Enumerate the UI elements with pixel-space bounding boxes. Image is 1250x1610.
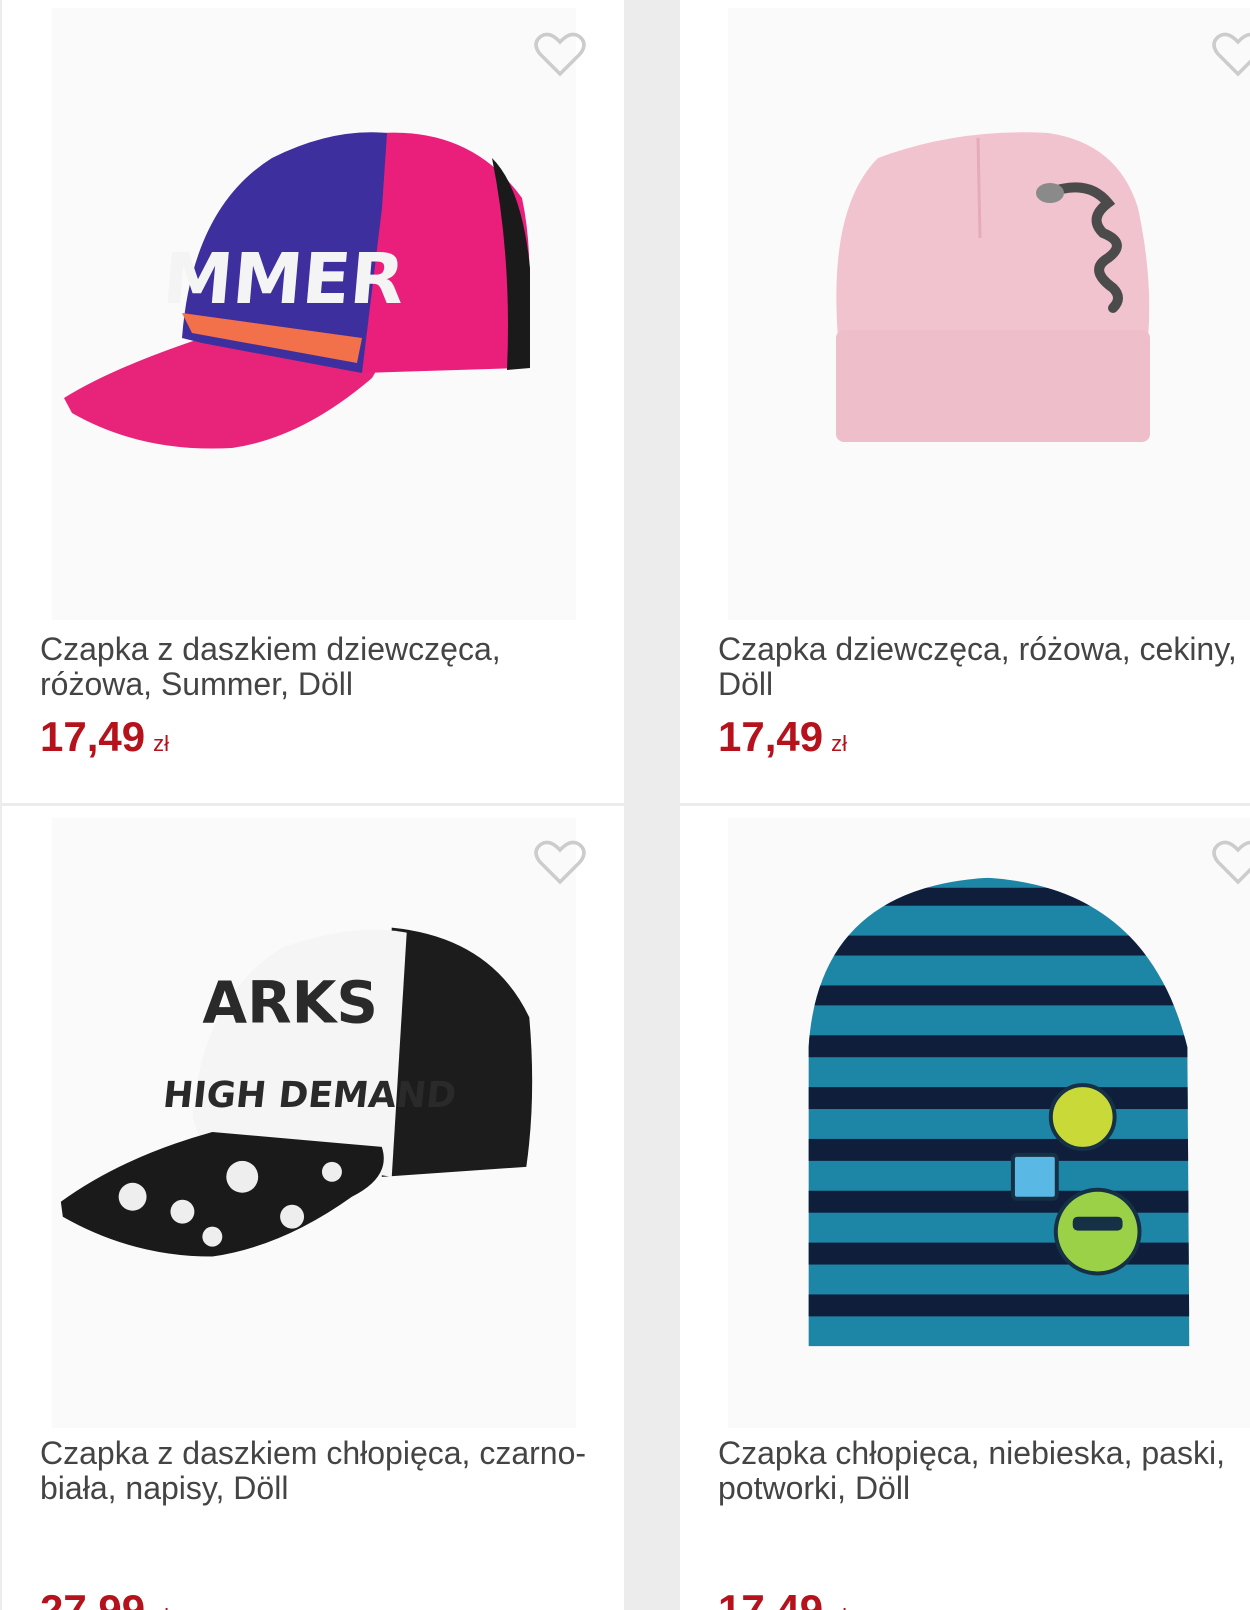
wishlist-heart-icon[interactable] — [534, 30, 586, 78]
price-value: 17,49 — [718, 1586, 824, 1610]
product-card[interactable]: ARKS HIGH DEMAND Czapka z daszkiem chłop… — [2, 806, 624, 1610]
currency-label: zł — [831, 1604, 847, 1610]
product-price: 17,49 zł — [40, 715, 169, 766]
price-value: 17,49 — [40, 713, 146, 760]
price-value: 17,49 — [718, 713, 824, 760]
product-title[interactable]: Czapka dziewczęca, różowa, cekiny, Döll — [718, 632, 1250, 702]
svg-text:ARKS: ARKS — [202, 968, 378, 1036]
currency-label: zł — [831, 731, 847, 756]
product-card[interactable]: Czapka chłopięca, niebieska, paski, potw… — [680, 806, 1250, 1610]
product-price: 17,49 zł — [718, 1588, 847, 1610]
product-title[interactable]: Czapka chłopięca, niebieska, paski, potw… — [718, 1436, 1250, 1506]
price-value: 27,99 — [40, 1586, 146, 1610]
wishlist-heart-icon[interactable] — [1212, 30, 1250, 78]
product-image-pink-summer-cap[interactable]: MMER — [52, 8, 576, 620]
currency-label: zł — [153, 731, 169, 756]
product-title[interactable]: Czapka z daszkiem dziewczęca, różowa, Su… — [40, 632, 600, 702]
product-grid: MMER Czapka z daszkiem dziewczęca, różow… — [0, 0, 1250, 1610]
product-price: 27,99 zł — [40, 1588, 169, 1610]
product-title[interactable]: Czapka z daszkiem chłopięca, czarno-biał… — [40, 1436, 600, 1506]
svg-text:HIGH DEMAND: HIGH DEMAND — [161, 1075, 458, 1116]
svg-text:MMER: MMER — [160, 238, 408, 320]
product-price: 17,49 zł — [718, 715, 847, 766]
currency-label: zł — [153, 1604, 169, 1610]
product-card[interactable]: MMER Czapka z daszkiem dziewczęca, różow… — [2, 0, 624, 803]
wishlist-heart-icon[interactable] — [534, 838, 586, 886]
wishlist-heart-icon[interactable] — [1212, 838, 1250, 886]
product-image-blue-striped-monster-beanie[interactable] — [728, 818, 1250, 1428]
product-image-black-white-sharks-cap[interactable]: ARKS HIGH DEMAND — [52, 818, 576, 1428]
product-card[interactable]: Czapka dziewczęca, różowa, cekiny, Döll … — [680, 0, 1250, 803]
product-image-pink-beanie-sequins[interactable] — [728, 8, 1250, 620]
